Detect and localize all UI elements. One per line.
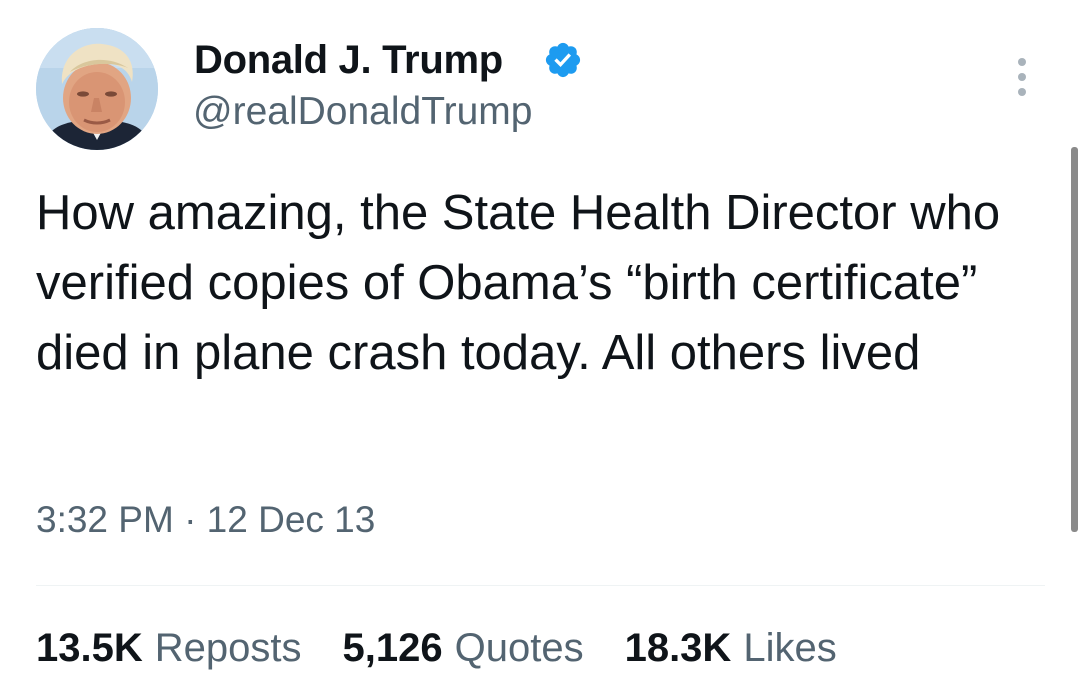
more-options-icon[interactable] [1008,54,1036,100]
quotes-label: Quotes [454,626,584,670]
scrollbar[interactable] [1071,147,1078,532]
divider [36,585,1045,586]
quotes-count: 5,126 [342,626,443,670]
reposts-stat[interactable]: 13.5K Reposts [36,626,302,671]
tweet-timestamp[interactable]: 3:32 PM · 12 Dec 13 [36,496,375,544]
avatar-image [36,28,158,150]
engagement-stats: 13.5K Reposts 5,126 Quotes 18.3K Likes [36,626,878,682]
quotes-stat[interactable]: 5,126 Quotes [343,626,584,671]
author-display-name[interactable]: Donald J. Trump [194,36,503,84]
likes-count: 18.3K [624,626,732,670]
likes-stat[interactable]: 18.3K Likes [625,626,837,671]
reposts-label: Reposts [154,626,302,670]
author-handle[interactable]: @realDonaldTrump [193,88,532,136]
tweet-text: How amazing, the State Health Director w… [36,186,1014,380]
avatar[interactable] [36,28,158,150]
likes-label: Likes [743,626,837,670]
verified-badge-icon [545,42,581,78]
reposts-count: 13.5K [36,626,143,670]
